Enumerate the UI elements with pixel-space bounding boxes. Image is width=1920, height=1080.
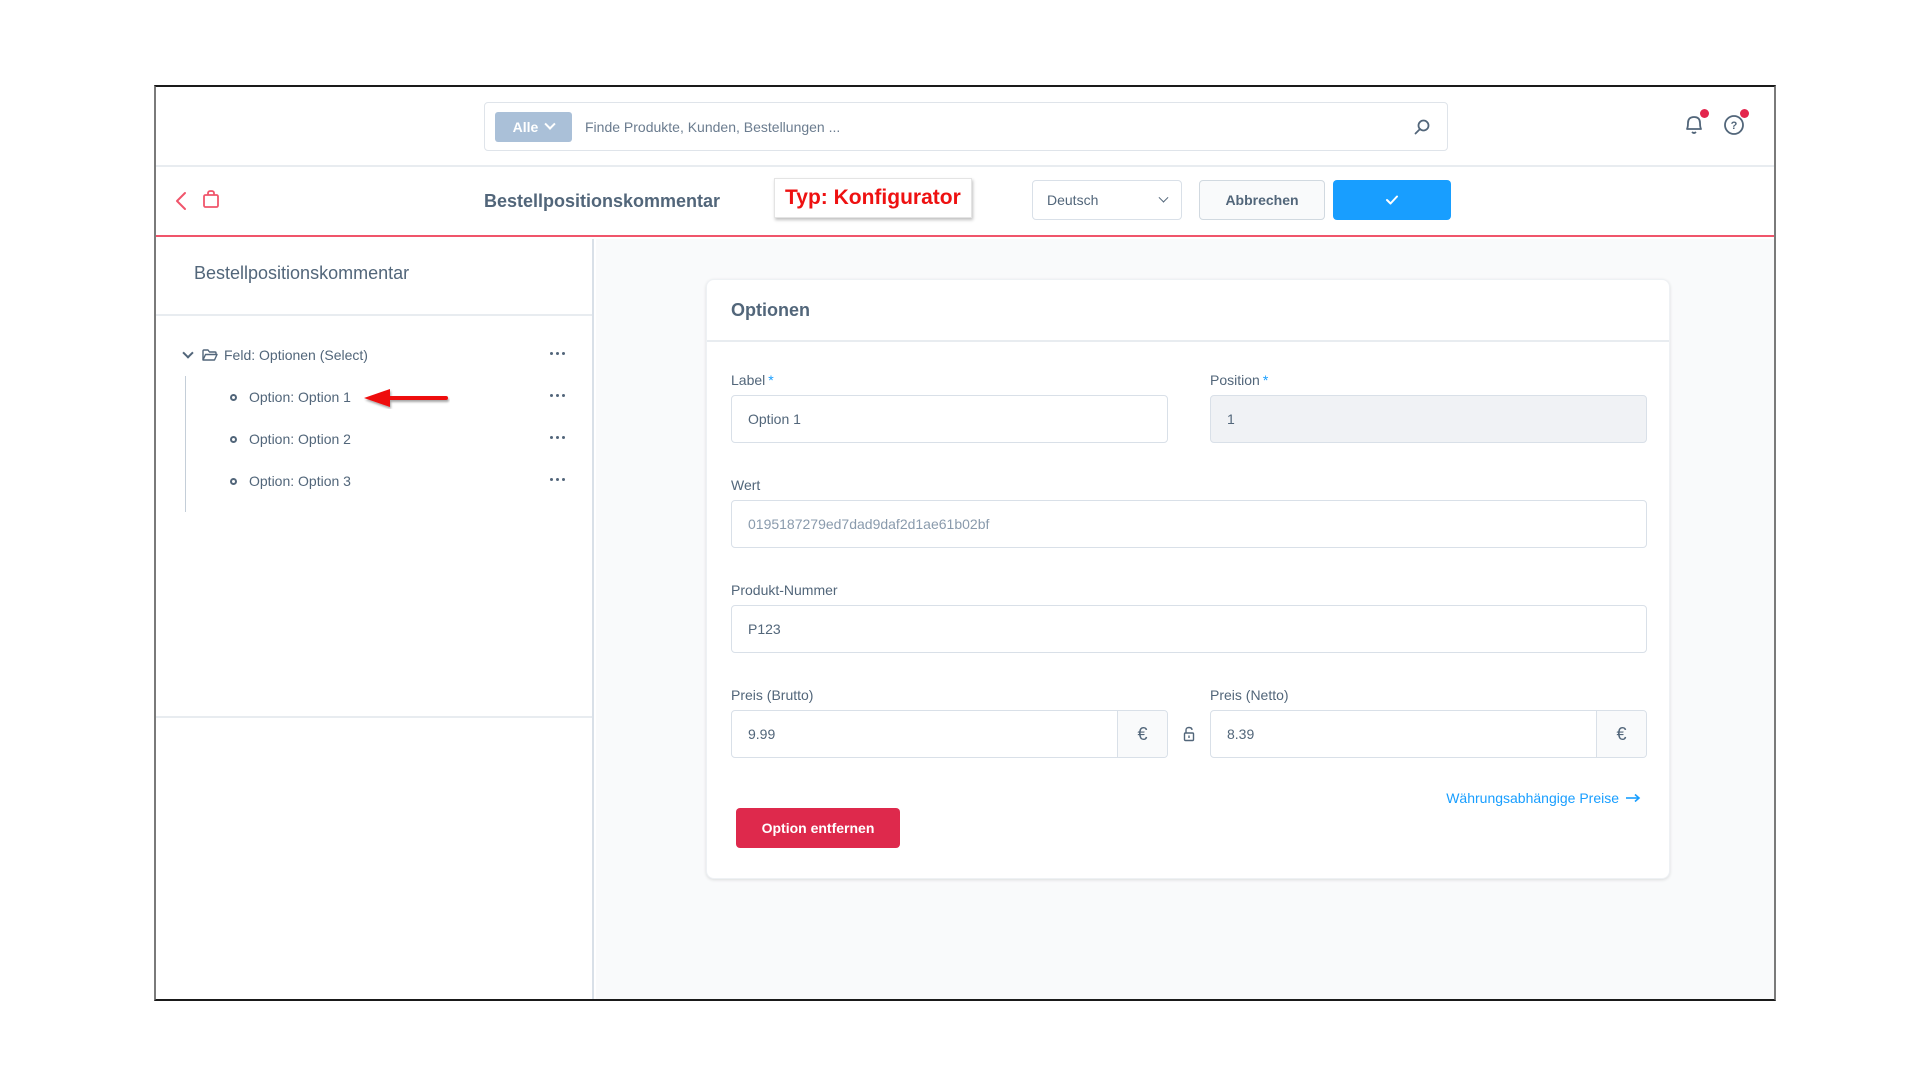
circle-bullet-icon bbox=[230, 435, 237, 443]
more-options-icon[interactable] bbox=[550, 432, 570, 442]
search-type-label: Alle bbox=[512, 119, 539, 135]
top-icons: ? bbox=[1682, 109, 1749, 137]
svg-text:?: ? bbox=[1731, 120, 1738, 132]
currency-prices-link[interactable]: Währungsabhängige Preise bbox=[1446, 790, 1641, 806]
tree-item-label: Option: Option 3 bbox=[249, 473, 351, 489]
tree-item-option-1[interactable]: Option: Option 1 bbox=[156, 376, 592, 418]
more-options-icon[interactable] bbox=[550, 348, 570, 358]
page-title: Bestellpositionskommentar bbox=[484, 191, 721, 211]
notifications-button[interactable] bbox=[1682, 109, 1709, 137]
tree-children: Option: Option 1 Option: Option 2 Option… bbox=[156, 376, 592, 512]
euro-currency-suffix: € bbox=[1596, 711, 1646, 757]
main-content: Optionen Label * Option 1 Position * 1 Wer… bbox=[596, 239, 1774, 999]
save-button[interactable] bbox=[1333, 180, 1451, 220]
red-arrow-annotation-icon bbox=[364, 389, 448, 407]
app-window: Alle ? bbox=[154, 85, 1776, 1001]
sidebar: Bestellpositionskommentar Feld: Optionen… bbox=[156, 239, 594, 999]
search-icon[interactable] bbox=[1413, 118, 1431, 136]
tree-item-field-optionen[interactable]: Feld: Optionen (Select) bbox=[156, 334, 592, 376]
checkmark-icon bbox=[1386, 195, 1398, 205]
top-bar: Alle ? bbox=[156, 87, 1774, 167]
euro-currency-suffix: € bbox=[1117, 711, 1167, 757]
wert-field-label: Wert bbox=[731, 477, 761, 493]
price-net-value: 8.39 bbox=[1227, 726, 1255, 742]
tree-item-label: Feld: Optionen (Select) bbox=[224, 347, 368, 363]
field-tree: Feld: Optionen (Select) Option: Option 1 bbox=[156, 334, 592, 512]
folder-open-icon bbox=[202, 348, 218, 361]
label-field-label: Label * bbox=[731, 372, 774, 388]
chevron-down-icon[interactable] bbox=[182, 347, 194, 359]
currency-link-label: Währungsabhängige Preise bbox=[1446, 790, 1619, 806]
chevron-down-icon bbox=[1158, 192, 1169, 203]
type-annotation-label: Typ: Konfigurator bbox=[774, 178, 972, 218]
arrow-right-icon bbox=[1626, 793, 1641, 803]
circle-bullet-icon bbox=[230, 477, 237, 485]
language-value: Deutsch bbox=[1047, 192, 1099, 208]
remove-option-button[interactable]: Option entfernen bbox=[736, 808, 900, 848]
divider bbox=[156, 716, 592, 718]
notification-badge bbox=[1700, 109, 1709, 118]
more-options-icon[interactable] bbox=[550, 390, 570, 400]
circle-bullet-icon bbox=[230, 393, 237, 401]
tree-item-label: Option: Option 1 bbox=[249, 389, 351, 405]
tree-item-label: Option: Option 2 bbox=[249, 431, 351, 447]
smart-bar: Bestellpositionskommentar Typ: Konfigura… bbox=[156, 167, 1774, 237]
help-badge bbox=[1740, 109, 1749, 118]
wert-input[interactable]: 0195187279ed7dad9daf2d1ae61b02bf bbox=[731, 500, 1647, 548]
price-gross-input[interactable]: 9.99 € bbox=[731, 710, 1168, 758]
label-text: Position bbox=[1210, 372, 1260, 388]
product-number-field-label: Produkt-Nummer bbox=[731, 582, 838, 598]
help-button[interactable]: ? bbox=[1722, 109, 1749, 137]
tree-item-option-2[interactable]: Option: Option 2 bbox=[156, 418, 592, 460]
card-title: Optionen bbox=[707, 280, 1669, 342]
price-net-field-label: Preis (Netto) bbox=[1210, 687, 1289, 703]
global-search: Alle bbox=[484, 102, 1448, 151]
product-number-input[interactable]: P123 bbox=[731, 605, 1647, 653]
required-marker: * bbox=[1262, 372, 1269, 388]
unlock-icon[interactable] bbox=[1183, 726, 1195, 742]
more-options-icon[interactable] bbox=[550, 474, 570, 484]
price-gross-field-label: Preis (Brutto) bbox=[731, 687, 814, 703]
options-card: Optionen Label * Option 1 Position * 1 Wer… bbox=[706, 279, 1670, 879]
back-arrow-icon[interactable] bbox=[174, 191, 188, 211]
required-marker: * bbox=[768, 372, 774, 388]
position-field-label: Position * bbox=[1210, 372, 1268, 388]
language-select[interactable]: Deutsch bbox=[1032, 180, 1182, 220]
label-text: Label bbox=[731, 372, 766, 388]
shopping-bag-icon bbox=[203, 190, 219, 208]
search-input[interactable] bbox=[585, 103, 1345, 150]
sidebar-title: Bestellpositionskommentar bbox=[194, 263, 410, 283]
position-input: 1 bbox=[1210, 395, 1647, 443]
price-net-input[interactable]: 8.39 € bbox=[1210, 710, 1647, 758]
cancel-button[interactable]: Abbrechen bbox=[1199, 180, 1325, 220]
chevron-down-icon bbox=[544, 118, 557, 130]
search-type-dropdown[interactable]: Alle bbox=[495, 112, 572, 142]
tree-item-option-3[interactable]: Option: Option 3 bbox=[156, 460, 592, 502]
price-gross-value: 9.99 bbox=[748, 726, 776, 742]
divider bbox=[156, 314, 592, 316]
label-input[interactable]: Option 1 bbox=[731, 395, 1168, 443]
